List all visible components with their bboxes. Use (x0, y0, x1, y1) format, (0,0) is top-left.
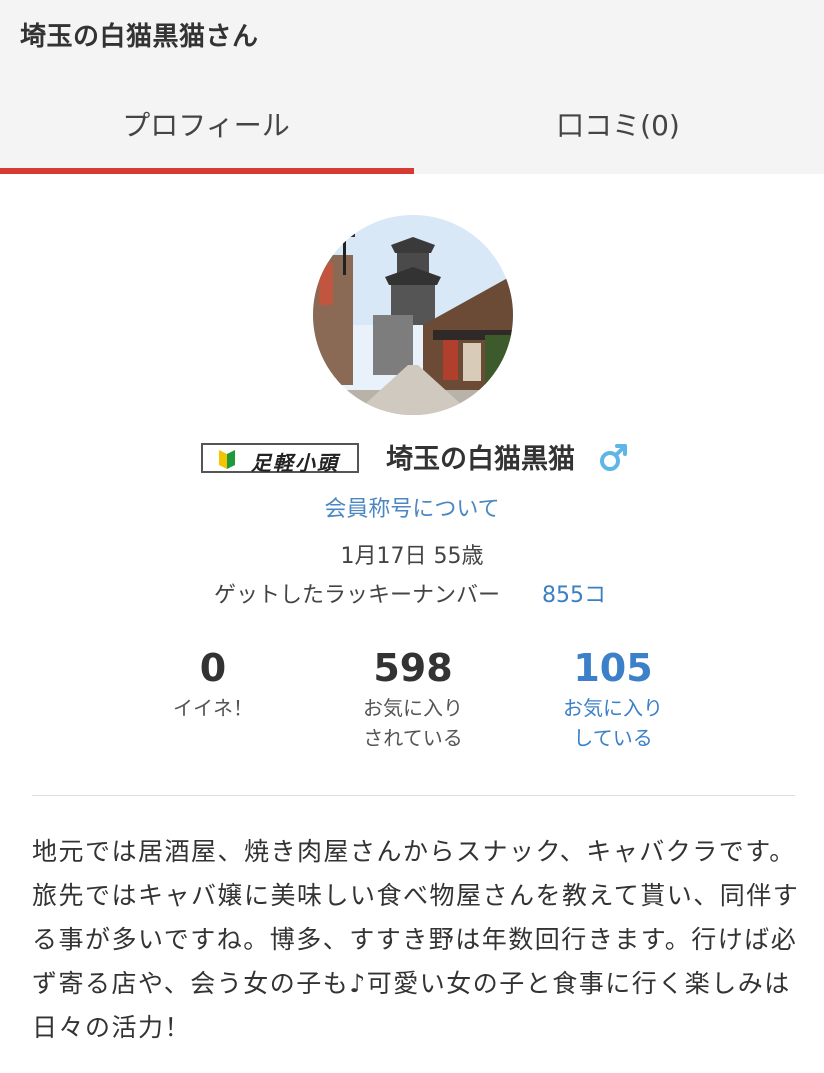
avatar-photo (313, 215, 513, 415)
active-tab-indicator (0, 168, 414, 174)
name-row: 足軽小頭 埼玉の白猫黒猫 (0, 437, 824, 481)
birthday-age: 1月17日 55歳 (340, 544, 484, 569)
tab-profile[interactable]: プロフィール (0, 96, 412, 174)
rank-badge: 足軽小頭 (201, 443, 359, 475)
stat-favoriting-label-line2[interactable]: している (513, 723, 713, 753)
stat-favorited-label-line2: されている (363, 726, 463, 750)
lucky-number-label: ゲットしたラッキーナンバー (214, 583, 501, 608)
stat-favorited-label-line1: お気に入り (363, 696, 463, 720)
stat-favoriting[interactable]: 105 お気に入り している (513, 645, 713, 753)
section-divider (32, 795, 795, 796)
lucky-number-count[interactable]: 855コ (542, 577, 606, 609)
stat-likes: 0 イイネ！ (113, 645, 313, 723)
avatar (313, 215, 513, 415)
stat-favorited-value: 598 (373, 646, 453, 690)
page-title: 埼玉の白猫黒猫さん (20, 22, 259, 52)
beginner-mark-icon (219, 450, 235, 469)
member-title-link[interactable]: 会員称号について (0, 491, 824, 523)
male-symbol-icon (600, 444, 627, 471)
profile-header: 埼玉の白猫黒猫さん プロフィール 口コミ(0) (0, 0, 824, 174)
stat-favorited: 598 お気に入り されている (313, 645, 513, 753)
profile-bio: 地元では居酒屋、焼き肉屋さんからスナック、キャバクラです。旅先ではキャバ嬢に美味… (32, 837, 800, 1042)
stat-favoriting-label-line1[interactable]: お気に入り (513, 693, 713, 723)
username: 埼玉の白猫黒猫 (386, 444, 575, 475)
stat-likes-label: イイネ！ (173, 696, 253, 720)
tab-reviews[interactable]: 口コミ(0) (412, 96, 824, 174)
stat-favoriting-value[interactable]: 105 (513, 645, 713, 691)
rank-badge-label: 足軽小頭 (251, 451, 339, 475)
stat-likes-value: 0 (199, 646, 227, 690)
